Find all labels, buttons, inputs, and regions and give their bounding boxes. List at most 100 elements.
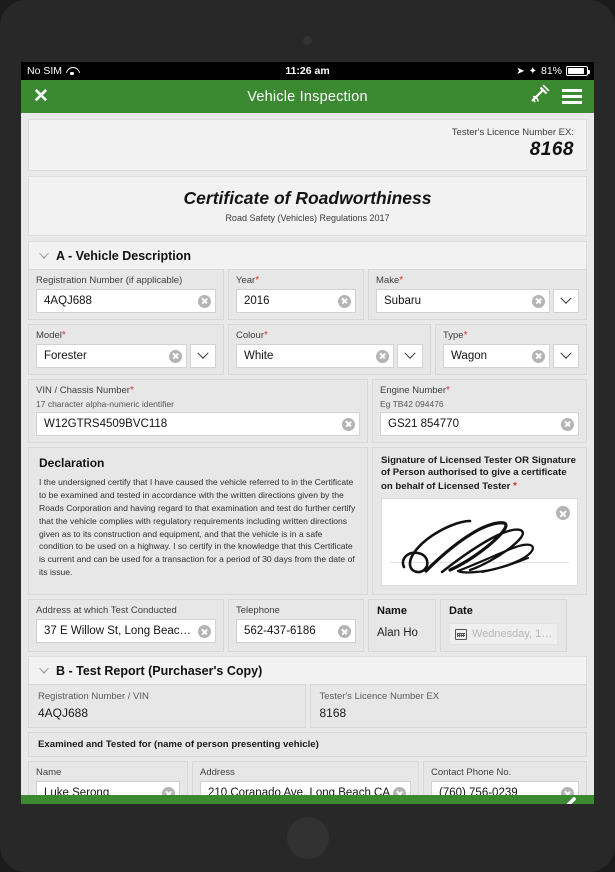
form-row-address-tel-name-date: Address at which Test Conducted 37 E Wil…: [28, 599, 587, 653]
year-label: Year*: [236, 275, 356, 286]
declaration-panel: Declaration I the undersigned certify th…: [28, 447, 368, 596]
section-b-title: B - Test Report (Purchaser's Copy): [56, 664, 263, 679]
calendar-icon: [455, 628, 467, 641]
field-vin: VIN / Chassis Number* 17 character alpha…: [28, 379, 368, 443]
chevron-down-icon: [404, 347, 416, 359]
field-engine-number: Engine Number* Eg TB42 094476 GS21 85477…: [372, 379, 587, 443]
clear-circle-icon[interactable]: [342, 417, 355, 431]
type-required-marker: *: [463, 330, 468, 341]
registration-label: Registration Number (if applicable): [36, 275, 183, 286]
section-header-a[interactable]: A - Vehicle Description: [28, 241, 587, 269]
type-label-text: Type: [443, 330, 464, 341]
year-required-marker: *: [255, 275, 260, 286]
page-title: Vehicle Inspection: [247, 88, 368, 105]
declaration-title: Declaration: [39, 456, 105, 470]
field-telephone: Telephone 562-437-6186: [228, 599, 364, 653]
bluetooth-icon: ✦: [528, 65, 537, 77]
close-icon[interactable]: ✕: [33, 87, 49, 106]
wifi-icon: [66, 66, 78, 76]
date-label: Date: [449, 605, 473, 618]
address-tested-input[interactable]: 37 E Willow St, Long Beach CA: [36, 619, 216, 644]
b-name-label: Name: [36, 767, 62, 779]
engine-required-marker: *: [446, 385, 450, 396]
chevron-down-icon: [560, 347, 572, 359]
field-b-name: Name Luke Serong: [28, 761, 188, 795]
colour-dropdown-button[interactable]: [397, 344, 423, 368]
tester-licence-header: Tester's Licence Number EX: 8168: [28, 119, 587, 171]
satellite-gps-icon[interactable]: [529, 84, 551, 109]
b-address-input[interactable]: 210 Coranado Ave, Long Beach CA: [200, 781, 411, 795]
year-input[interactable]: 2016: [236, 289, 356, 313]
date-input[interactable]: Wednesday, 1…: [449, 623, 559, 646]
colour-input[interactable]: White: [236, 344, 394, 368]
app-header-bar: ✕ Vehicle Inspection: [21, 80, 594, 113]
tester-name-label: Name: [377, 605, 407, 618]
hamburger-menu-icon[interactable]: [562, 89, 582, 104]
status-bar-left: No SIM: [27, 65, 78, 77]
field-b-tester-licence: Tester's Licence Number EX 8168: [309, 684, 587, 729]
status-bar-clock: 11:26 am: [285, 65, 330, 77]
clear-circle-icon[interactable]: [198, 624, 211, 638]
telephone-input[interactable]: 562-437-6186: [236, 619, 356, 644]
clear-circle-icon[interactable]: [169, 349, 182, 363]
type-value: Wagon: [451, 350, 488, 362]
clear-circle-icon[interactable]: [561, 786, 574, 795]
home-button[interactable]: [287, 817, 329, 859]
year-label-text: Year: [236, 275, 256, 286]
vin-value: W12GTRS4509BVC118: [44, 418, 168, 430]
address-tested-label: Address at which Test Conducted: [36, 605, 177, 617]
handwritten-signature: [401, 520, 534, 574]
checkmark-icon[interactable]: [551, 796, 577, 804]
type-input[interactable]: Wagon: [443, 344, 550, 368]
b-contact-phone-input[interactable]: (760) 756-0239: [431, 781, 579, 795]
engine-input[interactable]: GS21 854770: [380, 412, 579, 436]
make-value: Subaru: [384, 295, 422, 307]
field-date: Date Wednesday, 1…: [440, 599, 568, 653]
status-bar-right: ➤ ✦ 81%: [516, 65, 590, 77]
front-camera-icon: [303, 36, 312, 45]
registration-input[interactable]: 4AQJ688: [36, 289, 216, 313]
b-name-input[interactable]: Luke Serong: [36, 781, 180, 795]
engine-label-text: Engine Number: [380, 385, 447, 396]
year-value: 2016: [244, 295, 270, 307]
clear-circle-icon[interactable]: [338, 294, 351, 308]
clear-circle-icon[interactable]: [338, 624, 351, 638]
app-header-actions: [529, 84, 582, 109]
chevron-down-icon: [560, 292, 572, 304]
engine-label: Engine Number*: [380, 385, 579, 396]
form-row-declaration-signature: Declaration I the undersigned certify th…: [28, 447, 587, 596]
inspection-form: Tester's Licence Number EX: 8168 Certifi…: [21, 113, 594, 795]
type-dropdown-button[interactable]: [553, 344, 579, 368]
clear-circle-icon[interactable]: [376, 349, 389, 363]
field-b-contact-phone: Contact Phone No. (760) 756-0239: [423, 761, 587, 795]
model-dropdown-button[interactable]: [190, 344, 216, 368]
vin-input[interactable]: W12GTRS4509BVC118: [36, 412, 360, 436]
colour-required-marker: *: [264, 330, 268, 341]
date-placeholder: Wednesday, 1…: [472, 628, 553, 641]
model-label-text: Model: [36, 330, 62, 341]
clear-circle-icon[interactable]: [561, 417, 574, 431]
model-input[interactable]: Forester: [36, 344, 187, 368]
telephone-value: 562-437-6186: [244, 625, 316, 638]
field-colour: Colour* White: [228, 324, 431, 375]
carrier-label: No SIM: [27, 65, 63, 77]
form-row-vehicle-ids: Registration Number (if applicable) 4AQJ…: [28, 269, 587, 320]
field-type: Type* Wagon: [435, 324, 587, 375]
tablet-frame: No SIM 11:26 am ➤ ✦ 81% ✕ Vehicle Inspec…: [0, 0, 615, 872]
signature-label-text: Signature of Licensed Tester OR Signatur…: [381, 455, 576, 492]
clear-circle-icon[interactable]: [162, 786, 175, 795]
signature-label: Signature of Licensed Tester OR Signatur…: [381, 455, 578, 493]
certificate-title-card: Certificate of Roadworthiness Road Safet…: [28, 176, 587, 236]
clear-circle-icon[interactable]: [198, 294, 211, 308]
vin-hint: 17 character alpha-numeric identifier: [36, 399, 174, 409]
clear-circle-icon[interactable]: [532, 349, 545, 363]
section-header-b[interactable]: B - Test Report (Purchaser's Copy): [28, 656, 587, 685]
triangle-down-icon: [38, 253, 49, 259]
make-input[interactable]: Subaru: [376, 289, 550, 313]
clear-circle-icon[interactable]: [393, 786, 406, 795]
signature-pad[interactable]: [381, 498, 578, 587]
form-row-model-colour-type: Model * Forester Colour* White Type* Wago…: [28, 324, 587, 375]
make-dropdown-button[interactable]: [553, 289, 579, 313]
clear-circle-icon[interactable]: [532, 294, 545, 308]
b-tester-licence-value: 8168: [319, 706, 347, 721]
